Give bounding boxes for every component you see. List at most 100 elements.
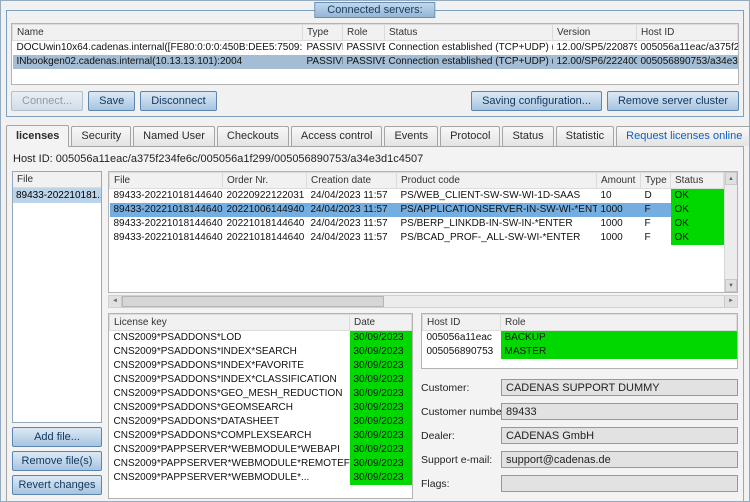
key-cell-name: CNS2009*PSADDONS*INDEX*CLASSIFICATION: [113, 374, 337, 385]
scrollbar-thumb[interactable]: [122, 296, 384, 307]
license-cell-product-code: PS/WEB_CLIENT-SW-SW-WI-1D-SAAS: [400, 190, 581, 202]
license-row[interactable]: 89433-20221018144640-23-03-27_jofl.cnsld…: [110, 216, 724, 231]
column-header-type[interactable]: Type: [302, 24, 343, 41]
license-key-row[interactable]: CNS2009*PSADDONS*LOD 30/09/2023: [110, 330, 412, 345]
column-header-creation-date[interactable]: Creation date: [306, 172, 397, 189]
form-field-dealer: Dealer:: [421, 427, 738, 444]
column-header-license-key[interactable]: License key: [109, 314, 350, 331]
key-cell-date: 30/09/2023: [349, 344, 412, 359]
server-row[interactable]: DOCUwin10x64.cadenas.internal([FE80:0:0:…: [13, 41, 738, 55]
licenses-content: File 89433-202210181... Add file... Remo…: [12, 171, 738, 501]
column-header-order-nr[interactable]: Order Nr.: [222, 172, 307, 189]
field-label-customer: Customer:: [421, 381, 470, 394]
license-cell-file: 89433-20221018144640-23-03-27_jofl.cnsld…: [109, 202, 223, 217]
license-key-row[interactable]: CNS2009*PAPPSERVER*WEBMODULE*WEBAPI 30/09…: [110, 442, 412, 457]
save-button[interactable]: Save: [88, 91, 136, 111]
scroll-up-icon[interactable]: ▲: [725, 172, 737, 185]
key-cell-date: 30/09/2023: [349, 456, 412, 471]
server-table-header-row: Name Type Role Status Version Host ID: [12, 24, 738, 41]
scroll-left-icon[interactable]: ◄: [109, 296, 122, 307]
tab-licenses[interactable]: licenses: [6, 125, 70, 147]
form-field-customer-number: Customer number:: [421, 403, 738, 420]
license-key-row[interactable]: CNS2009*PSADDONS*COMPLEXSEARCH 30/09/2023: [110, 428, 412, 443]
license-table-header-row: File Order Nr. Creation date Product code Am…: [109, 172, 724, 189]
customer-field[interactable]: [501, 379, 738, 396]
license-manager-window: Connected servers: Name Type Role Status Ver…: [0, 0, 750, 502]
license-key-row[interactable]: CNS2009*PAPPSERVER*WEBMODULE*... 30/09/20…: [110, 470, 412, 485]
license-details-column: File Order Nr. Creation date Product code Am…: [108, 171, 738, 501]
scroll-right-icon[interactable]: ►: [724, 296, 737, 307]
remove-server-cluster-button[interactable]: Remove server cluster: [606, 91, 739, 111]
server-cell-host-id: 005056a11eac/a375f234fe6...: [640, 42, 738, 54]
tab-access-control[interactable]: Access control: [290, 126, 383, 146]
file-list-header[interactable]: File: [13, 172, 101, 188]
tab-status[interactable]: Status: [502, 126, 554, 146]
column-header-date[interactable]: Date: [349, 314, 412, 331]
column-header-host-id[interactable]: Host ID: [636, 24, 738, 41]
column-header-name[interactable]: Name: [12, 24, 303, 41]
license-row[interactable]: 89433-20221018144640-23-03-27_jofl.cnsld…: [110, 230, 724, 245]
tab-protocol[interactable]: Protocol: [440, 126, 501, 146]
support-e-mail-field[interactable]: [501, 451, 738, 468]
bottom-section: License key Date CNS2009*PSADDONS*LOD 30/09…: [108, 313, 738, 499]
vertical-scrollbar[interactable]: ▲ ▼: [724, 172, 737, 292]
column-header-host-id[interactable]: Host ID: [422, 314, 501, 331]
license-key-row[interactable]: CNS2009*PAPPSERVER*WEBMODULE*REMOTEFILES…: [110, 456, 412, 471]
tab-events[interactable]: Events: [384, 126, 439, 146]
host-role-row[interactable]: 005056890753 MASTER: [423, 344, 737, 359]
revert-changes-button[interactable]: Revert changes: [12, 475, 102, 495]
details-panel: Host ID Role 005056a11eac BACKUP 00505689075…: [421, 313, 738, 499]
column-header-role[interactable]: Role: [342, 24, 385, 41]
tab-request-licenses-online[interactable]: Request licenses online: [616, 126, 749, 146]
license-key-row[interactable]: CNS2009*PSADDONS*INDEX*SEARCH 30/09/2023: [110, 344, 412, 359]
key-cell-date: 30/09/2023: [349, 442, 412, 457]
file-list: File 89433-202210181...: [12, 171, 102, 423]
role-cell-host-id: 005056a11eac: [426, 332, 492, 344]
column-header-status[interactable]: Status: [670, 172, 724, 189]
tab-security[interactable]: Security: [71, 126, 132, 146]
file-panel: File 89433-202210181... Add file... Remo…: [12, 171, 102, 501]
license-row[interactable]: 89433-20221018144640-23-03-27_jofl.cnsld…: [110, 188, 724, 203]
column-header-file[interactable]: File: [109, 172, 223, 189]
license-key-row[interactable]: CNS2009*PSADDONS*GEOMSEARCH 30/09/2023: [110, 400, 412, 415]
add-file-button[interactable]: Add file...: [12, 427, 102, 447]
tab-checkouts[interactable]: Checkouts: [216, 126, 289, 146]
license-key-row[interactable]: CNS2009*PSADDONS*GEO_MESH_REDUCTION 30/09…: [110, 386, 412, 401]
tab-statistic[interactable]: Statistic: [555, 126, 615, 146]
key-cell-date: 30/09/2023: [349, 330, 412, 345]
column-header-amount[interactable]: Amount: [596, 172, 641, 189]
license-key-row[interactable]: CNS2009*PSADDONS*DATASHEET 30/09/2023: [110, 414, 412, 429]
license-cell-file: 89433-20221018144640-23-03-27_jofl.cnsld…: [113, 190, 223, 202]
tab-named-user[interactable]: Named User: [133, 126, 215, 146]
license-key-row[interactable]: CNS2009*PSADDONS*INDEX*FAVORITE 30/09/202…: [110, 358, 412, 373]
server-row[interactable]: INbookgen02.cadenas.internal(10.13.13.10…: [12, 54, 738, 69]
key-cell-date: 30/09/2023: [349, 470, 412, 485]
file-list-item[interactable]: 89433-202210181...: [13, 188, 101, 203]
connect-button[interactable]: Connect...: [11, 91, 84, 111]
dealer-field[interactable]: [501, 427, 738, 444]
flags-field[interactable]: [501, 475, 738, 492]
server-cell-type: PASSIVE: [306, 42, 343, 54]
scroll-down-icon[interactable]: ▼: [725, 279, 737, 292]
column-header-role[interactable]: Role: [500, 314, 737, 331]
license-cell-order-nr: 20221018144640: [226, 218, 305, 229]
saving-configuration-button[interactable]: Saving configuration...: [471, 91, 602, 111]
remove-files-button[interactable]: Remove file(s): [12, 451, 102, 471]
column-header-version[interactable]: Version: [552, 24, 637, 41]
column-header-type[interactable]: Type: [640, 172, 671, 189]
column-header-status[interactable]: Status: [384, 24, 553, 41]
license-key-row[interactable]: CNS2009*PSADDONS*INDEX*CLASSIFICATION 30/…: [110, 372, 412, 387]
license-row[interactable]: 89433-20221018144640-23-03-27_jofl.cnsld…: [109, 202, 724, 217]
server-cell-host-id: 005056890753/a34e3d1c4507: [636, 54, 738, 69]
license-cell-file: 89433-20221018144640-23-03-27_jofl.cnsld…: [113, 218, 223, 229]
column-header-product-code[interactable]: Product code: [396, 172, 597, 189]
horizontal-scrollbar[interactable]: ◄ ►: [108, 295, 738, 308]
field-label-flags: Flags:: [421, 477, 450, 490]
disconnect-button[interactable]: Disconnect: [140, 91, 217, 111]
license-cell-creation-date: 24/04/2023 11:57: [310, 190, 388, 202]
license-cell-product-code: PS/BERP_LINKDB-IN-SW-IN-*ENTER: [400, 218, 573, 229]
customer-number-field[interactable]: [501, 403, 738, 420]
host-role-row[interactable]: 005056a11eac BACKUP: [423, 330, 737, 345]
scrollbar-track[interactable]: [384, 296, 724, 307]
license-table: File Order Nr. Creation date Product code Am…: [109, 172, 724, 245]
